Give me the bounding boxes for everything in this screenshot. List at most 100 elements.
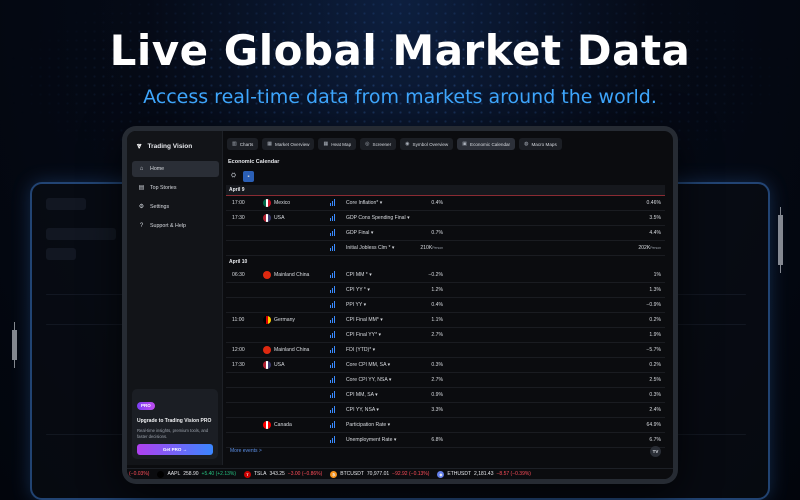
event-time: 11:00: [232, 317, 245, 323]
event-row[interactable]: 12:00 Mainland China FDI (YTD)* ▾ −5.7%: [226, 343, 665, 358]
sidebar-item-label: Home: [150, 166, 165, 172]
promo-title: Upgrade to Trading Vision PRO: [137, 418, 212, 424]
country-flag-icon: [263, 199, 271, 207]
event-row[interactable]: GDP Final ▾ 0.7% 4.4%: [226, 226, 665, 241]
event-row[interactable]: 17:30 USA GDP Cons Spending Final ▾ 3.5%: [226, 211, 665, 226]
event-row[interactable]: Unemployment Rate ▾ 6.8% 6.7%: [226, 433, 665, 448]
event-row[interactable]: CPI MM, SA ▾ 0.9% 0.3%: [226, 388, 665, 403]
ticker-price: 258.90: [183, 471, 199, 477]
ticker-item-ethusdt[interactable]: ◆ ETHUSDT 2,181.43 −8.57 (−0.39%): [437, 470, 531, 478]
country-flag-icon: [263, 214, 271, 222]
event-row[interactable]: CPI Final YY* ▾ 2.7% 1.9%: [226, 328, 665, 343]
event-name: FDI (YTD)* ▾: [346, 347, 376, 353]
event-row[interactable]: Canada Participation Rate ▾ 64.9%: [226, 418, 665, 433]
event-previous: 0.46%: [646, 200, 661, 206]
event-actual: 2.7%: [431, 332, 443, 338]
event-name: CPI Final MM* ▾: [346, 317, 383, 323]
country-flag-icon: [263, 316, 271, 324]
sidebar-item-support-help[interactable]: ? Support & Help: [132, 218, 219, 234]
event-row[interactable]: 06:30 Mainland China CPI MM * ▾ −0.2% 1%: [226, 268, 665, 283]
filter-icon[interactable]: ⛭: [228, 171, 239, 182]
impact-bars-icon: [330, 406, 336, 413]
top-tabs: ▥ Charts ▦ Market Overview ▦ Heat Map ◎ Screene…: [227, 138, 562, 150]
ticker-change: −3.00 (−0.86%): [287, 471, 323, 477]
event-row[interactable]: CPI YY, NSA ▾ 3.3% 2.4%: [226, 403, 665, 418]
impact-bars-icon: [330, 301, 336, 308]
event-name: Core CPI MM, SA ▾: [346, 362, 391, 368]
impact-bars-icon: [330, 286, 336, 293]
event-actual: −0.2%: [428, 272, 443, 278]
tab-market-overview[interactable]: ▦ Market Overview: [262, 138, 315, 150]
event-country: Mainland China: [274, 347, 310, 353]
bg-candle: [778, 207, 783, 273]
tab-label: Economic Calendar: [470, 141, 511, 147]
event-row[interactable]: 11:00 Germany CPI Final MM* ▾ 1.1% 0.2%: [226, 313, 665, 328]
ticker-item-aapl[interactable]: AAPL 258.90 +5.40 (+2.13%): [157, 470, 236, 478]
event-name: CPI YY, NSA ▾: [346, 407, 379, 413]
calendar-icon[interactable]: ▪: [243, 171, 254, 182]
ticker-change: (−0.03%): [129, 471, 150, 477]
tablet-device: ⩔ Trading Vision ⌂ Home ▤ Top Stories ⚙ Setti…: [122, 126, 678, 484]
help-icon: ?: [139, 222, 144, 229]
event-country: USA: [274, 215, 285, 221]
impact-bars-icon: [330, 346, 336, 353]
event-row[interactable]: CPI YY * ▾ 1.2% 1.3%: [226, 283, 665, 298]
country-flag-icon: [263, 421, 271, 429]
event-actual: 0.7%: [431, 230, 443, 236]
tab-heat-map[interactable]: ▦ Heat Map: [318, 138, 357, 150]
impact-bars-icon: [330, 244, 336, 251]
sidebar-item-home[interactable]: ⌂ Home: [132, 161, 219, 177]
event-actual: 0.4%: [431, 200, 443, 206]
event-row[interactable]: PPI YY ▾ 0.4% −0.9%: [226, 298, 665, 313]
event-time: 06:30: [232, 272, 245, 278]
event-actual: 210KPerson: [420, 245, 443, 251]
ticker-item-tsla[interactable]: T TSLA 343.25 −3.00 (−0.86%): [244, 470, 323, 478]
event-country: Germany: [274, 317, 295, 323]
get-pro-button[interactable]: Get PRO →: [137, 444, 213, 456]
tab-icon: ◍: [524, 141, 529, 147]
ticker-item[interactable]: (−0.03%): [129, 471, 149, 477]
ticker-symbol: TSLA: [254, 471, 267, 477]
app-name: Trading Vision: [147, 142, 193, 150]
sidebar-item-settings[interactable]: ⚙ Settings: [132, 199, 219, 215]
ticker-item-btcusdt[interactable]: ₿ BTCUSDT 70,977.01 −92.92 (−0.13%): [330, 470, 429, 478]
pro-badge: PRO: [137, 401, 155, 410]
event-previous: 2.5%: [649, 377, 661, 383]
impact-bars-icon: [330, 214, 336, 221]
sidebar-nav: ⌂ Home ▤ Top Stories ⚙ Settings ? Support & Hel…: [132, 161, 219, 237]
app-screen: ⩔ Trading Vision ⌂ Home ▤ Top Stories ⚙ Setti…: [127, 131, 673, 479]
event-row[interactable]: 17:00 Mexico Core Inflation* ▾ 0.4% 0.46…: [226, 196, 665, 211]
tab-symbol-overview[interactable]: ◉ Symbol Overview: [400, 138, 454, 150]
tab-screener[interactable]: ◎ Screener: [360, 138, 397, 150]
ticker-symbol: BTCUSDT: [340, 471, 364, 477]
ticker-bar: (−0.03%) AAPL 258.90 +5.40 (+2.13%) T TSLA 343…: [127, 468, 673, 479]
sidebar-item-top-stories[interactable]: ▤ Top Stories: [132, 180, 219, 196]
pro-promo-card: PRO Upgrade to Trading Vision PRO Real-t…: [132, 389, 218, 459]
event-row[interactable]: 17:30 USA Core CPI MM, SA ▾ 0.3% 0.2%: [226, 358, 665, 373]
tab-charts[interactable]: ▥ Charts: [227, 138, 259, 150]
event-previous: 3.5%: [649, 215, 661, 221]
tab-label: Screener: [372, 141, 392, 147]
event-country: Mainland China: [274, 272, 310, 278]
event-previous: 0.2%: [649, 317, 661, 323]
event-row[interactable]: Core CPI YY, NSA ▾ 2.7% 2.5%: [226, 373, 665, 388]
tv-badge-button[interactable]: TV: [650, 446, 661, 457]
tesla-icon: T: [244, 470, 251, 478]
sidebar-item-label: Settings: [150, 204, 170, 210]
tab-macro-maps[interactable]: ◍ Macro Maps: [519, 138, 562, 150]
tab-label: Market Overview: [275, 141, 310, 147]
event-row[interactable]: Initial Jobless Clm * ▾ 210KPerson 202KP…: [226, 241, 665, 256]
tab-icon: ▦: [267, 141, 272, 147]
event-previous: 202KPerson: [638, 245, 661, 251]
impact-bars-icon: [330, 316, 336, 323]
more-events-link[interactable]: More events >: [230, 448, 262, 454]
event-name: Core Inflation* ▾: [346, 200, 383, 206]
hero-subtitle: Access real-time data from markets aroun…: [143, 86, 657, 108]
ticker-price: 343.25: [269, 471, 285, 477]
event-previous: 0.2%: [649, 362, 661, 368]
country-flag-icon: [263, 346, 271, 354]
impact-bars-icon: [330, 271, 336, 278]
impact-bars-icon: [330, 199, 336, 206]
tab-economic-calendar[interactable]: ▣ Economic Calendar: [457, 138, 516, 150]
impact-bars-icon: [330, 421, 336, 428]
